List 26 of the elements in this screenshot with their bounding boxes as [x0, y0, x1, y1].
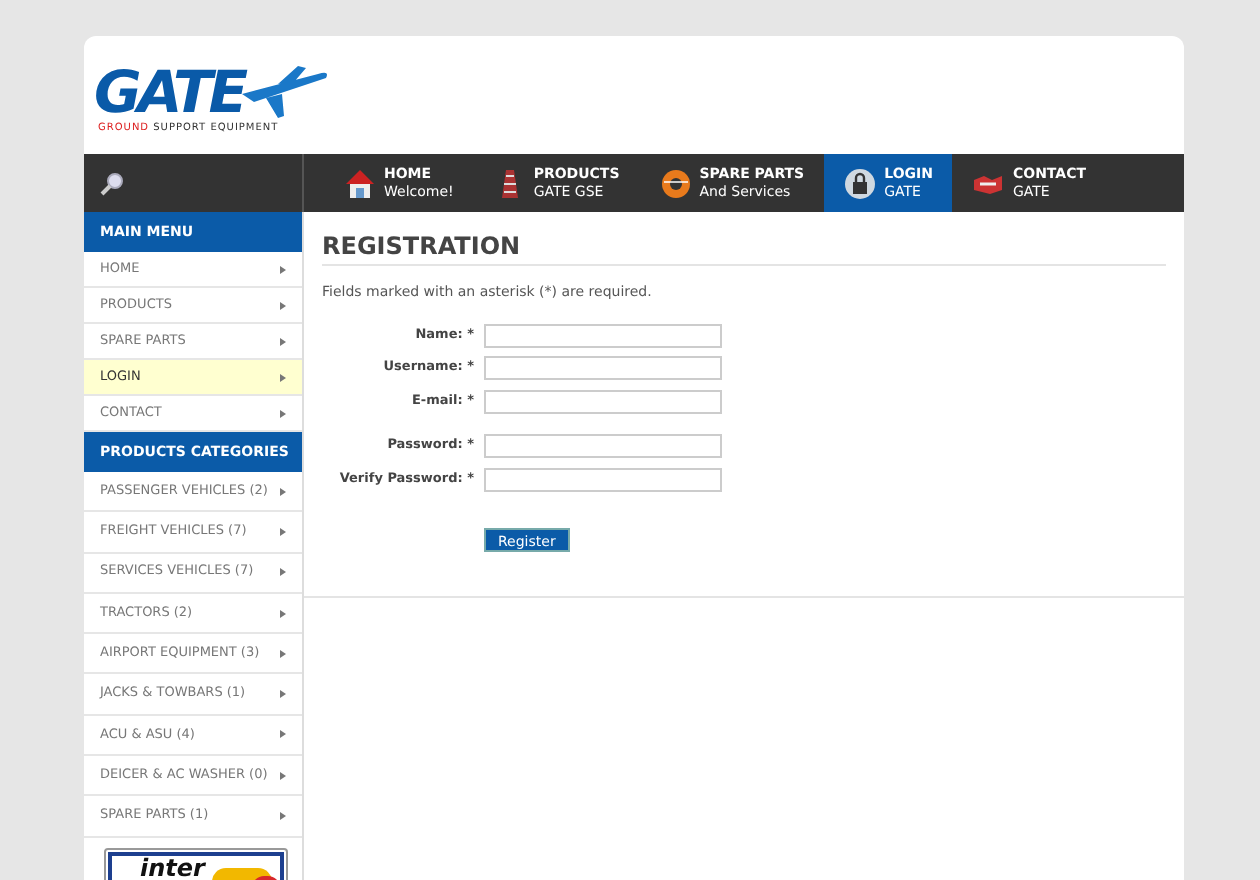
- arrow-icon: [280, 568, 286, 577]
- arrow-icon: [280, 373, 286, 381]
- arrow-icon: [280, 690, 286, 699]
- arrow-icon: [280, 301, 286, 309]
- arrow-icon: [280, 409, 286, 417]
- input-field[interactable]: [484, 434, 722, 459]
- input-field[interactable]: [484, 389, 722, 414]
- coil-icon: [659, 167, 692, 199]
- arrow-icon: [280, 812, 286, 821]
- lock-icon: [844, 167, 877, 199]
- arrow-icon: [280, 649, 286, 658]
- house-icon: [344, 167, 376, 199]
- input-field[interactable]: [484, 356, 722, 381]
- search-icon[interactable]: [100, 171, 124, 195]
- arrow-icon: [280, 527, 286, 536]
- arrow-icon: [280, 609, 286, 618]
- arrow-icon: [280, 337, 286, 345]
- input-field[interactable]: [484, 467, 722, 492]
- arrow-icon: [280, 771, 286, 780]
- logo-wordmark: GATE: [94, 64, 245, 120]
- banner-ad[interactable]: inter: [108, 851, 284, 880]
- arrow-icon: [280, 265, 286, 273]
- page-title: REGISTRATION: [322, 232, 1166, 266]
- arrow-icon: [280, 730, 286, 739]
- input-field[interactable]: [484, 323, 722, 348]
- arrow-icon: [280, 487, 286, 496]
